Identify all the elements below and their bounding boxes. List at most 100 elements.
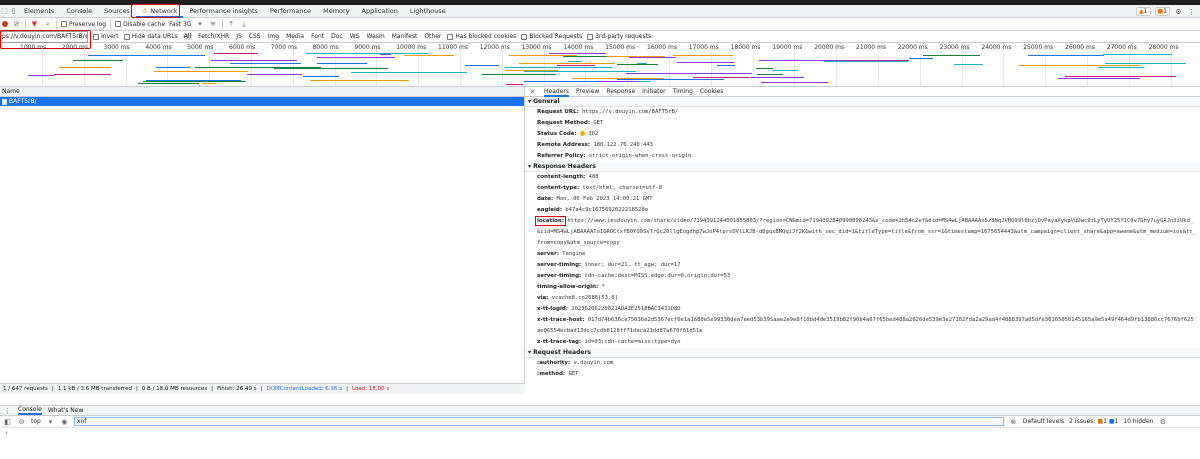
tab-cookies[interactable]: Cookies [700, 88, 724, 95]
export-har-icon[interactable]: ⤓ [240, 20, 249, 29]
tab-performance-insights[interactable]: Performance insights [183, 5, 264, 18]
timeline-tick-label: 12000 ms [479, 44, 510, 51]
timeline-tick-label: 4000 ms [145, 44, 172, 51]
search-icon[interactable]: ⌕ [43, 20, 52, 29]
chevron-down-icon[interactable]: ▾ [196, 20, 205, 28]
clear-filter-icon[interactable]: ⊗ [85, 32, 87, 42]
type-filter-js[interactable]: JS [235, 33, 243, 40]
clear-filter-icon[interactable]: ⊗ [1009, 418, 1018, 426]
type-filter-manifest[interactable]: Manifest [391, 33, 419, 40]
hide-data-urls-checkbox[interactable]: Hide data URLs [123, 33, 178, 40]
chevron-down-icon[interactable]: ▾ [46, 418, 55, 426]
has-blocked-cookies-checkbox[interactable]: Has blocked cookies [447, 33, 516, 40]
timeline-request-bar [310, 80, 409, 81]
type-filter-media[interactable]: Media [285, 33, 305, 40]
drawer-tab-console[interactable]: Console [18, 406, 42, 415]
tab-initiator[interactable]: Initiator [642, 88, 665, 95]
timeline-request-bar [1019, 65, 1140, 66]
console-prompt[interactable]: › [0, 428, 1200, 438]
hidden-count: 10 hidden [1123, 418, 1154, 425]
type-filter-font[interactable]: Font [310, 33, 325, 40]
tab-performance[interactable]: Performance [264, 5, 317, 18]
third-party-checkbox[interactable]: 3rd-party requests [587, 33, 651, 40]
timeline-request-bar [146, 80, 241, 81]
response-headers-section-header[interactable]: ▾ Response Headers [525, 162, 1200, 172]
type-filter-wasm[interactable]: Wasm [366, 33, 386, 40]
invert-checkbox[interactable]: Invert [93, 33, 119, 40]
disable-cache-checkbox[interactable]: Disable cache [115, 21, 165, 28]
eye-icon[interactable]: ◉ [60, 418, 69, 426]
log-levels-select[interactable]: Default levels [1023, 418, 1064, 425]
warnings-badge[interactable]: ▲1 [1136, 7, 1151, 16]
timeline-request-bar [317, 57, 395, 58]
timeline-tick-label: 14000 ms [563, 44, 594, 51]
type-filter-fetch[interactable]: Fetch/XHR [197, 33, 230, 40]
issues-badge[interactable]: ■1 [1154, 7, 1170, 16]
clear-console-icon[interactable]: ⊘ [17, 418, 26, 426]
clear-icon[interactable]: ⊘ [12, 20, 21, 28]
type-filter-img[interactable]: Img [267, 33, 280, 40]
more-menu-icon[interactable]: ⋮ [1187, 8, 1196, 16]
context-select[interactable]: top [31, 418, 41, 425]
timeline-request-bar [465, 65, 499, 66]
tab-headers[interactable]: Headers [544, 87, 569, 97]
blocked-requests-checkbox[interactable]: Blocked Requests [521, 33, 582, 40]
timeline-request-bar [673, 55, 733, 56]
type-filter-all[interactable]: All [182, 33, 193, 40]
tab-console[interactable]: Console [60, 5, 98, 18]
timeline-request-bar [505, 70, 558, 71]
drawer-menu-icon[interactable]: ⋮ [3, 407, 12, 415]
timeline-request-bar [506, 84, 523, 85]
timeline-tick-label: 25000 ms [1023, 44, 1054, 51]
name-column-header[interactable]: Name [0, 87, 524, 97]
inspect-element-icon[interactable]: ⬚ [0, 7, 9, 15]
general-section-header[interactable]: ▾ General [525, 97, 1200, 107]
network-conditions-icon[interactable]: ≋ [209, 20, 218, 28]
timeline-request-bar [954, 64, 983, 65]
timeline-request-bar [909, 58, 933, 59]
drawer-tab-whats-new[interactable]: What's New [48, 407, 84, 414]
timeline-tick-label: 27000 ms [1106, 44, 1137, 51]
dom-content-loaded-time: DOMContentLoaded: 6.36 s [266, 386, 343, 392]
network-overview-timeline[interactable]: 1000 ms 2000 ms 3000 ms 4000 ms 5000 ms 6000 … [0, 43, 1200, 87]
tab-memory[interactable]: Memory [317, 5, 355, 18]
tab-preview[interactable]: Preview [576, 88, 599, 95]
timeline-request-bar [404, 55, 454, 56]
issues-button[interactable]: 2 Issues: ■1 ■1 [1069, 418, 1118, 425]
timeline-tick-label: 7000 ms [270, 44, 297, 51]
type-filter-doc[interactable]: Doc [330, 33, 344, 40]
timeline-request-bar [247, 74, 302, 75]
import-har-icon[interactable]: ⤒ [227, 20, 236, 29]
tab-network[interactable]: ⚠ Network [135, 4, 184, 18]
tab-timing[interactable]: Timing [673, 88, 693, 95]
filter-icon[interactable]: ▼ [30, 20, 39, 28]
tab-response[interactable]: Response [606, 88, 635, 95]
timeline-request-bar [1028, 55, 1104, 56]
throttle-select[interactable]: Fast 3G [169, 21, 191, 28]
tab-lighthouse[interactable]: Lighthouse [404, 5, 452, 18]
record-icon[interactable] [2, 21, 8, 27]
general-row-status: Status Code: 302 [537, 131, 599, 137]
preserve-log-checkbox[interactable]: Preserve log [61, 21, 106, 28]
timeline-request-bar [274, 68, 388, 69]
type-filter-css[interactable]: CSS [248, 33, 262, 40]
tab-sources[interactable]: Sources [98, 5, 136, 18]
tab-application[interactable]: Application [356, 5, 404, 18]
toolbar-separator [110, 19, 112, 29]
type-filter-other[interactable]: Other [423, 33, 442, 40]
console-settings-gear-icon[interactable]: ⚙ [1158, 418, 1167, 426]
network-toolbar: ⊘ ▼ ⌕ Preserve log Disable cache Fast 3G… [0, 18, 1200, 31]
load-time: Load: 18.00 s [352, 386, 390, 392]
filter-input[interactable]: ps://v.douyin.com/BAFT5rB/⊗ [0, 30, 88, 43]
settings-gear-icon[interactable]: ⚙ [1174, 8, 1183, 16]
timeline-request-bar [202, 83, 216, 84]
request-detail-panel: ✕ Headers Preview Response Initiator Tim… [525, 87, 1200, 394]
type-filter-ws[interactable]: WS [349, 33, 361, 40]
request-headers-section-header[interactable]: ▾ Request Headers [525, 348, 1200, 358]
sidebar-toggle-icon[interactable]: ◧ [3, 418, 12, 426]
device-toolbar-icon[interactable]: ▯ [9, 7, 18, 15]
close-icon[interactable]: ✕ [528, 88, 537, 96]
console-filter-input[interactable]: xnf [73, 417, 1004, 426]
request-row[interactable]: BAFT5rB/ [0, 97, 524, 106]
tab-elements[interactable]: Elements [18, 5, 60, 18]
